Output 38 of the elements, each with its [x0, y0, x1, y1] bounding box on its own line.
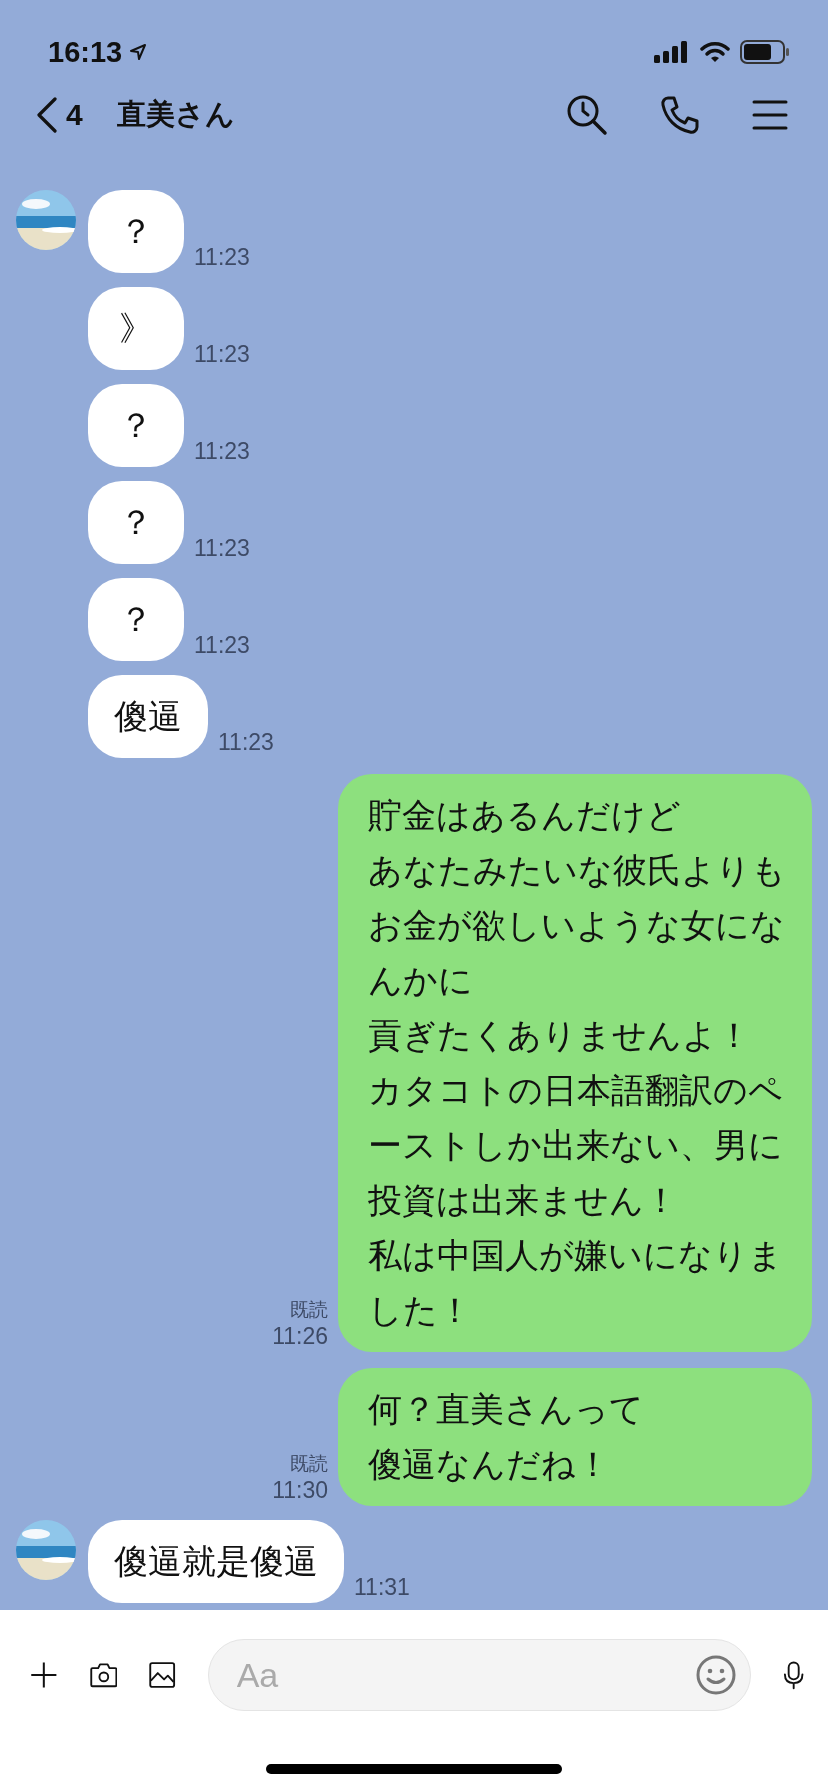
message-text: ？ — [119, 598, 153, 641]
read-receipt: 既読 — [290, 1297, 328, 1322]
message-text: 何？直美さんって — [368, 1388, 645, 1431]
message-text: 私は中国人が嫌いになりました！ — [368, 1234, 784, 1332]
message-text: ？ — [119, 210, 153, 253]
message-text: ？ — [119, 404, 153, 447]
message-time: 11:23 — [194, 244, 250, 271]
search-icon[interactable] — [566, 94, 608, 136]
chat-title: 直美さん — [116, 96, 235, 133]
wifi-icon — [700, 41, 730, 63]
message-text: 傻逼就是傻逼 — [114, 1540, 318, 1583]
message-text: 》 — [119, 307, 153, 350]
message-text: 貯金はあるんだけど — [368, 794, 682, 837]
phone-icon[interactable] — [660, 95, 700, 135]
message-time: 11:31 — [354, 1574, 410, 1601]
message-time: 11:23 — [194, 632, 250, 659]
message-text: 傻逼 — [114, 695, 182, 738]
message-time: 11:23 — [194, 438, 250, 465]
message-text: 傻逼なんだね！ — [368, 1443, 611, 1486]
message-text: カタコトの日本語翻訳のペーストしか出来ない、男に投資は出来ません！ — [368, 1069, 784, 1222]
message-text: ？ — [119, 501, 153, 544]
read-receipt: 既読 — [290, 1451, 328, 1476]
message-time: 11:23 — [194, 535, 250, 562]
message-time: 11:26 — [272, 1323, 328, 1350]
message-input[interactable]: Aa — [207, 1639, 751, 1711]
status-time: 16:13 — [48, 35, 123, 69]
back-button[interactable]: 4 — [36, 97, 83, 133]
message-time: 11:23 — [194, 341, 250, 368]
battery-icon — [740, 40, 790, 64]
emoji-icon[interactable] — [694, 1654, 737, 1696]
location-arrow-icon — [128, 42, 149, 62]
message-text: お金が欲しいような女になんかに — [368, 904, 786, 1002]
message-text: 貢ぎたくありませんよ！ — [368, 1014, 752, 1057]
message-time: 11:30 — [272, 1477, 328, 1504]
message-time: 11:23 — [218, 729, 274, 756]
signal-icon — [654, 41, 690, 63]
message-text: あなたみたいな彼氏よりも — [368, 849, 787, 892]
menu-icon[interactable] — [752, 99, 788, 131]
